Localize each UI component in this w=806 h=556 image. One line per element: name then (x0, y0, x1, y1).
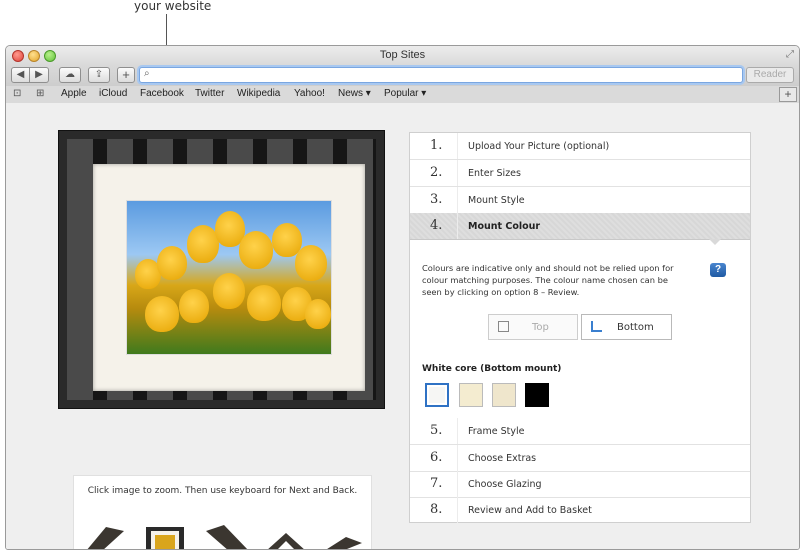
bookmark-wikipedia[interactable]: Wikipedia (237, 88, 280, 99)
step-number: 7. (430, 476, 443, 491)
back-icon: ◀ (16, 69, 25, 80)
share-button[interactable]: ⇪ (88, 67, 110, 83)
top-mount-button[interactable]: Top (488, 314, 578, 340)
step-label: Mount Colour (468, 221, 541, 232)
bookmark-yahoo[interactable]: Yahoo! (294, 88, 325, 99)
plus-icon: + (122, 67, 130, 82)
step-label: Upload Your Picture (optional) (468, 141, 610, 152)
window-title: Top Sites (379, 49, 426, 61)
step-number: 6. (430, 450, 443, 465)
step-mount-style[interactable]: 3. Mount Style (410, 187, 750, 214)
bottom-mount-button[interactable]: Bottom (581, 314, 672, 340)
frame-thumbnails (86, 525, 362, 550)
colour-swatch-white[interactable] (425, 383, 449, 407)
step-label: Enter Sizes (468, 168, 521, 179)
step-upload-picture[interactable]: 1. Upload Your Picture (optional) (410, 133, 750, 160)
mount-colour-options: Colours are indicative only and should n… (410, 239, 750, 417)
reader-button[interactable]: Reader (746, 67, 794, 83)
step-number: 8. (430, 502, 443, 517)
forward-button[interactable]: ▶ (30, 67, 49, 83)
bottom-mount-icon (591, 321, 602, 332)
step-label: Mount Style (468, 195, 525, 206)
frame-builder-steps: 1. Upload Your Picture (optional) 2. Ent… (409, 132, 751, 523)
top-mount-label: Top (532, 322, 549, 333)
step-choose-glazing[interactable]: 7. Choose Glazing (410, 471, 750, 498)
reading-list-icon[interactable]: ⊡ (13, 88, 21, 99)
address-bar[interactable]: ⌕ (139, 67, 743, 83)
page-content: Click image to zoom. Then use keyboard f… (6, 103, 799, 549)
frame-preview[interactable] (58, 130, 385, 409)
mount-board (93, 164, 365, 391)
fullscreen-icon[interactable]: ⤢ (786, 49, 794, 60)
bookmark-twitter[interactable]: Twitter (195, 88, 224, 99)
help-icon[interactable]: ? (710, 263, 726, 277)
callout-text: your website (134, 0, 212, 13)
forward-icon: ▶ (35, 69, 43, 80)
frame-moulding (67, 139, 376, 400)
share-icon: ⇪ (94, 69, 104, 80)
back-button[interactable]: ◀ (11, 67, 30, 83)
address-input[interactable] (158, 69, 728, 81)
search-icon: ⌕ (144, 68, 150, 79)
toolbar: ◀ ▶ ☁ ⇪ + ⌕ Reader (6, 66, 799, 86)
cloud-icon: ☁ (65, 69, 75, 80)
framed-picture-thumbnail[interactable] (146, 527, 184, 550)
frame-corner-thumbnail-3[interactable] (266, 533, 306, 550)
step-label: Choose Glazing (468, 479, 542, 490)
top-sites-icon[interactable]: ⊞ (36, 88, 44, 99)
top-mount-icon (498, 321, 509, 332)
step-number: 2. (430, 165, 443, 180)
zoom-hint-text: Click image to zoom. Then use keyboard f… (87, 486, 358, 496)
step-choose-extras[interactable]: 6. Choose Extras (410, 445, 750, 472)
bookmark-facebook[interactable]: Facebook (140, 88, 184, 99)
zoom-hint-panel: Click image to zoom. Then use keyboard f… (73, 475, 372, 550)
annotation-callout: your website (0, 0, 806, 64)
colour-swatch-black[interactable] (525, 383, 549, 407)
step-review-basket[interactable]: 8. Review and Add to Basket (410, 497, 750, 523)
title-bar: Top Sites ⤢ (6, 46, 799, 66)
step-number: 3. (430, 192, 443, 207)
browser-window: Top Sites ⤢ ◀ ▶ ☁ ⇪ + ⌕ Reader ⊡ ⊞ Apple… (5, 45, 800, 550)
step-number: 4. (430, 218, 443, 233)
step-number: 1. (430, 138, 443, 153)
colour-disclaimer: Colours are indicative only and should n… (422, 263, 674, 297)
tulip-photo (126, 200, 332, 355)
add-bookmark-button[interactable]: + (117, 67, 135, 83)
frame-corner-thumbnail-1[interactable] (86, 527, 124, 550)
bookmark-news-menu[interactable]: News ▾ (338, 88, 371, 99)
frame-corner-thumbnail-4[interactable] (324, 537, 362, 550)
new-tab-button[interactable]: + (779, 87, 797, 102)
icloud-tabs-button[interactable]: ☁ (59, 67, 81, 83)
bookmark-icloud[interactable]: iCloud (99, 88, 127, 99)
frame-corner-thumbnail-2[interactable] (206, 525, 249, 550)
bottom-mount-label: Bottom (617, 322, 654, 333)
colour-swatch-cream[interactable] (492, 383, 516, 407)
step-mount-colour[interactable]: 4. Mount Colour (410, 213, 750, 245)
step-label: Choose Extras (468, 453, 537, 464)
core-colour-label: White core (Bottom mount) (422, 364, 562, 374)
bookmark-apple[interactable]: Apple (61, 88, 87, 99)
colour-swatch-ivory[interactable] (459, 383, 483, 407)
step-label: Review and Add to Basket (468, 505, 592, 516)
bookmarks-bar: ⊡ ⊞ Apple iCloud Facebook Twitter Wikipe… (6, 86, 799, 104)
bookmark-popular-menu[interactable]: Popular ▾ (384, 88, 426, 99)
step-number: 5. (430, 423, 443, 438)
step-enter-sizes[interactable]: 2. Enter Sizes (410, 160, 750, 187)
step-label: Frame Style (468, 426, 525, 437)
step-frame-style[interactable]: 5. Frame Style (410, 418, 750, 445)
